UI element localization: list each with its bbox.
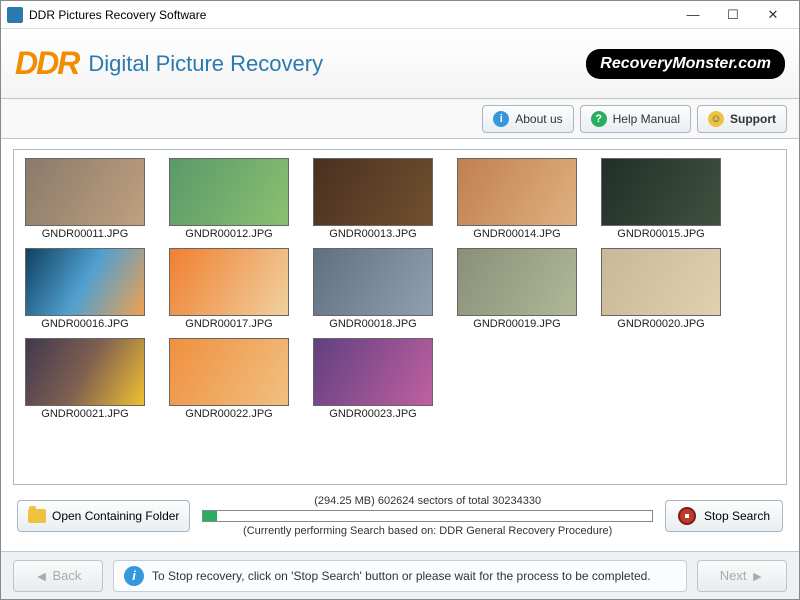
titlebar: DDR Pictures Recovery Software — ☐ ✕ xyxy=(1,1,799,29)
sectors-text: (294.25 MB) 602624 sectors of total 3023… xyxy=(314,495,541,507)
thumbnail-item[interactable]: GNDR00016.JPG xyxy=(22,248,148,330)
progress-row: Open Containing Folder (294.25 MB) 60262… xyxy=(13,491,787,541)
thumbnail-label: GNDR00022.JPG xyxy=(185,408,272,420)
thumbnail-item[interactable]: GNDR00018.JPG xyxy=(310,248,436,330)
footer-text: To Stop recovery, click on 'Stop Search'… xyxy=(152,569,651,583)
footer: ◄ Back i To Stop recovery, click on 'Sto… xyxy=(1,551,799,599)
procedure-text: (Currently performing Search based on: D… xyxy=(243,525,612,537)
open-folder-label: Open Containing Folder xyxy=(52,509,179,523)
thumbnail-item[interactable]: GNDR00023.JPG xyxy=(310,338,436,420)
thumbnail-image xyxy=(313,158,433,226)
thumbnail-item[interactable]: GNDR00013.JPG xyxy=(310,158,436,240)
thumbnail-item[interactable]: GNDR00019.JPG xyxy=(454,248,580,330)
close-button[interactable]: ✕ xyxy=(753,3,793,27)
maximize-button[interactable]: ☐ xyxy=(713,3,753,27)
info-icon: i xyxy=(493,111,509,127)
help-label: Help Manual xyxy=(613,112,680,126)
thumbnail-label: GNDR00018.JPG xyxy=(329,318,416,330)
thumbnail-label: GNDR00019.JPG xyxy=(473,318,560,330)
thumbnail-gallery[interactable]: GNDR00011.JPG GNDR00012.JPG GNDR00013.JPG G… xyxy=(16,152,784,482)
about-label: About us xyxy=(515,112,562,126)
logo-mark: DDR xyxy=(15,45,78,82)
thumbnail-label: GNDR00011.JPG xyxy=(42,228,129,240)
thumbnail-label: GNDR00021.JPG xyxy=(41,408,128,420)
thumbnail-image xyxy=(169,158,289,226)
thumbnail-item[interactable]: GNDR00014.JPG xyxy=(454,158,580,240)
thumbnail-image xyxy=(457,248,577,316)
help-manual-button[interactable]: ? Help Manual xyxy=(580,105,691,133)
thumbnail-image xyxy=(25,338,145,406)
help-icon: ? xyxy=(591,111,607,127)
content-area: GNDR00011.JPG GNDR00012.JPG GNDR00013.JPG G… xyxy=(1,139,799,551)
app-title: Digital Picture Recovery xyxy=(88,51,323,77)
thumbnail-image xyxy=(457,158,577,226)
progress-fill xyxy=(203,511,216,521)
thumbnail-label: GNDR00023.JPG xyxy=(329,408,416,420)
thumbnail-item[interactable]: GNDR00020.JPG xyxy=(598,248,724,330)
support-icon: ☺ xyxy=(708,111,724,127)
thumbnail-item[interactable]: GNDR00011.JPG xyxy=(22,158,148,240)
stop-search-button[interactable]: Stop Search xyxy=(665,500,783,532)
arrow-right-icon: ► xyxy=(750,568,764,584)
thumbnail-image xyxy=(601,248,721,316)
thumbnail-label: GNDR00015.JPG xyxy=(617,228,704,240)
next-button[interactable]: Next ► xyxy=(697,560,787,592)
thumbnail-item[interactable]: GNDR00022.JPG xyxy=(166,338,292,420)
thumbnail-label: GNDR00020.JPG xyxy=(617,318,704,330)
toolbar: i About us ? Help Manual ☺ Support xyxy=(1,99,799,139)
next-label: Next xyxy=(720,568,747,583)
thumbnail-label: GNDR00016.JPG xyxy=(41,318,128,330)
folder-icon xyxy=(28,509,46,523)
minimize-button[interactable]: — xyxy=(673,3,713,27)
thumbnail-item[interactable]: GNDR00012.JPG xyxy=(166,158,292,240)
open-containing-folder-button[interactable]: Open Containing Folder xyxy=(17,500,190,532)
thumbnail-item[interactable]: GNDR00021.JPG xyxy=(22,338,148,420)
thumbnail-item[interactable]: GNDR00017.JPG xyxy=(166,248,292,330)
stop-label: Stop Search xyxy=(704,509,770,523)
app-icon xyxy=(7,7,23,23)
support-button[interactable]: ☺ Support xyxy=(697,105,787,133)
thumbnail-image xyxy=(313,338,433,406)
brand-badge: RecoveryMonster.com xyxy=(586,49,785,79)
back-button[interactable]: ◄ Back xyxy=(13,560,103,592)
back-label: Back xyxy=(52,568,81,583)
thumbnail-label: GNDR00012.JPG xyxy=(185,228,272,240)
window-controls: — ☐ ✕ xyxy=(673,3,793,27)
about-button[interactable]: i About us xyxy=(482,105,573,133)
support-label: Support xyxy=(730,112,776,126)
thumbnail-image xyxy=(169,338,289,406)
thumbnail-label: GNDR00017.JPG xyxy=(185,318,272,330)
thumbnail-image xyxy=(169,248,289,316)
thumbnail-label: GNDR00014.JPG xyxy=(473,228,560,240)
thumbnail-image xyxy=(601,158,721,226)
progress-center: (294.25 MB) 602624 sectors of total 3023… xyxy=(202,495,653,537)
gallery-frame: GNDR00011.JPG GNDR00012.JPG GNDR00013.JPG G… xyxy=(13,149,787,485)
info-icon: i xyxy=(124,566,144,586)
stop-icon xyxy=(678,507,696,525)
header: DDR Digital Picture Recovery RecoveryMon… xyxy=(1,29,799,99)
progress-bar xyxy=(202,510,653,522)
footer-message: i To Stop recovery, click on 'Stop Searc… xyxy=(113,560,687,592)
logo: DDR Digital Picture Recovery xyxy=(15,45,323,82)
app-window: DDR Pictures Recovery Software — ☐ ✕ DDR… xyxy=(0,0,800,600)
window-title: DDR Pictures Recovery Software xyxy=(29,8,673,22)
thumbnail-item[interactable]: GNDR00015.JPG xyxy=(598,158,724,240)
thumbnail-image xyxy=(25,248,145,316)
thumbnail-image xyxy=(313,248,433,316)
arrow-left-icon: ◄ xyxy=(35,568,49,584)
thumbnail-image xyxy=(25,158,145,226)
thumbnail-label: GNDR00013.JPG xyxy=(329,228,416,240)
